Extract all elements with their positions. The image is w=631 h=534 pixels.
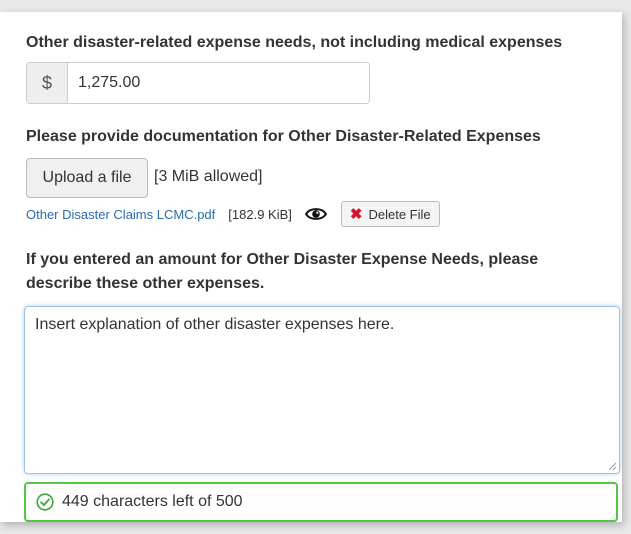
form-panel: Other disaster-related expense needs, no… <box>0 12 622 522</box>
character-counter: 449 characters left of 500 <box>24 482 618 522</box>
explanation-label-line1: If you entered an amount for Other Disas… <box>26 251 539 268</box>
eye-icon[interactable] <box>304 206 328 222</box>
check-circle-icon <box>36 493 54 511</box>
upload-file-button[interactable]: Upload a file <box>26 158 148 198</box>
resize-handle-icon[interactable] <box>607 461 617 471</box>
size-limit-text: [3 MiB allowed] <box>154 168 263 185</box>
file-size-text: [182.9 KiB] <box>228 206 292 222</box>
expense-amount-group: $ <box>26 62 370 104</box>
character-counter-text: 449 characters left of 500 <box>62 493 243 510</box>
x-icon: ✖ <box>349 205 363 223</box>
explanation-field-wrapper: Insert explanation of other disaster exp… <box>24 306 620 474</box>
delete-file-button[interactable]: ✖ Delete File <box>340 201 440 227</box>
explanation-textarea[interactable]: Insert explanation of other disaster exp… <box>25 307 619 473</box>
delete-file-label: Delete File <box>368 206 431 222</box>
expense-label: Other disaster-related expense needs, no… <box>26 34 563 51</box>
uploaded-file-row: Other Disaster Claims LCMC.pdf [182.9 Ki… <box>26 200 440 228</box>
expense-amount-input[interactable] <box>68 63 369 103</box>
uploaded-file-link[interactable]: Other Disaster Claims LCMC.pdf <box>26 207 215 222</box>
currency-addon: $ <box>27 63 68 103</box>
documentation-label: Please provide documentation for Other D… <box>26 128 541 145</box>
explanation-label-line2: describe these other expenses. <box>26 275 265 292</box>
